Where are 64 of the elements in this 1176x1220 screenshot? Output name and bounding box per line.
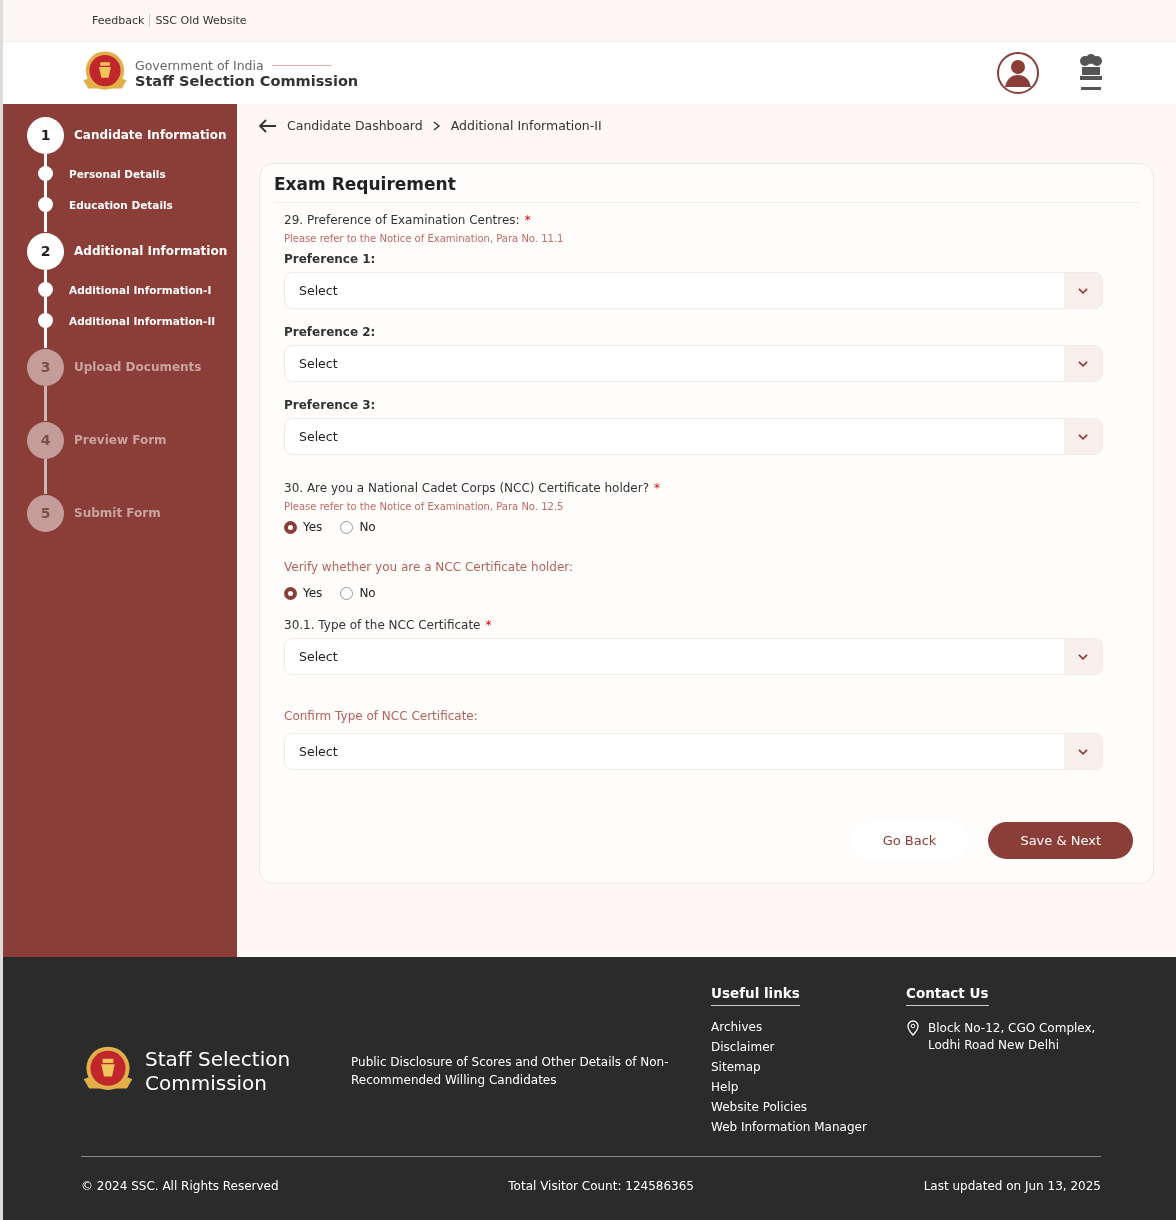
top-link[interactable]: Feedback [87,14,150,27]
copyright-text: © 2024 SSC. All Rights Reserved [81,1179,279,1193]
top-link[interactable]: SSC Old Website [149,14,252,27]
chevron-down-icon [1064,346,1102,381]
required-asterisk: * [654,481,661,495]
chevron-down-icon [1064,734,1102,769]
substep-label[interactable]: Additional Information-II [69,314,216,327]
verify-label: Confirm Type of NCC Certificate: [284,709,479,723]
step-label[interactable]: Candidate Information [74,128,234,142]
last-updated: Last updated on Jun 13, 2025 [923,1179,1101,1193]
column-title: Contact Us [906,985,989,1006]
disclosure-link[interactable]: Public Disclosure of Scores and Other Details of Non-Recommended Willing Candidates [351,1052,711,1089]
footer-link[interactable]: Web Information Manager [711,1120,867,1134]
verify-label: Verify whether you are a NCC Certificate holder: [284,560,575,574]
chevron-down-icon [1064,639,1102,674]
step-number: 4 [27,421,64,459]
question-label: 30.1. Type of the NCC Certificate [284,618,481,632]
column-title: Useful links [711,985,800,1006]
breadcrumb-link[interactable]: Additional Information-II [450,118,602,133]
footer-link[interactable]: Sitemap [711,1060,761,1074]
chevron-down-icon [1064,419,1102,454]
footer-brand: Staff Selection Commission [145,1046,292,1095]
select-dropdown[interactable]: Select [284,733,1103,770]
step-label[interactable]: Additional Information [74,244,234,258]
breadcrumb-link[interactable]: Candidate Dashboard [287,118,423,133]
breadcrumb-separator-icon [432,120,441,131]
chevron-down-icon [1064,273,1102,308]
step-number: 5 [27,494,64,532]
org-line: Government of India [135,57,990,73]
radio-option[interactable]: Yes [284,586,323,600]
required-asterisk: * [485,618,492,632]
step-number: 3 [27,348,64,386]
visitor-count: Total Visitor Count: 124586365 [508,1179,694,1193]
step-number: 1 [27,116,64,154]
select-dropdown[interactable]: Select [284,418,1103,455]
reference-note: Please refer to the Notice of Examination, Para No. 12.5 [284,501,565,512]
step-number: 2 [27,232,64,270]
radio-option[interactable]: No [340,520,376,534]
select-dropdown[interactable]: Select [284,272,1103,309]
footer-link[interactable]: Archives [711,1020,763,1034]
user-avatar-icon[interactable] [996,51,1040,95]
site-title: Staff Selection Commission [135,72,360,89]
radio-option[interactable]: Yes [284,520,323,534]
substep-label[interactable]: Additional Information-I [69,283,212,296]
select-dropdown[interactable]: Select [284,638,1103,675]
reference-note: Please refer to the Notice of Examination, Para No. 11.1 [284,233,565,244]
footer-link[interactable]: Disclaimer [711,1040,775,1054]
footer-link[interactable]: Help [711,1080,739,1094]
question-label: 29. Preference of Examination Centres: [284,213,520,227]
field-label: Preference 1: [284,252,377,266]
save-next-button[interactable]: Save & Next [988,822,1133,859]
contact-address: Block No-12, CGO Complex, Lodhi Road New Delhi [928,1020,1096,1055]
substep-label[interactable]: Education Details [69,198,173,211]
question-label: 30. Are you a National Cadet Corps (NCC) Certificate holder? [284,481,650,495]
back-arrow-icon[interactable] [259,118,277,133]
field-label: Preference 2: [284,325,377,339]
field-label: Preference 3: [284,398,377,412]
radio-option[interactable]: No [340,586,376,600]
select-dropdown[interactable]: Select [284,345,1103,382]
substep-label[interactable]: Personal Details [69,167,166,180]
footer-link[interactable]: Website Policies [711,1100,808,1114]
card-title: Exam Requirement [274,174,1139,203]
location-pin-icon [906,1020,920,1036]
required-asterisk: * [524,213,531,227]
